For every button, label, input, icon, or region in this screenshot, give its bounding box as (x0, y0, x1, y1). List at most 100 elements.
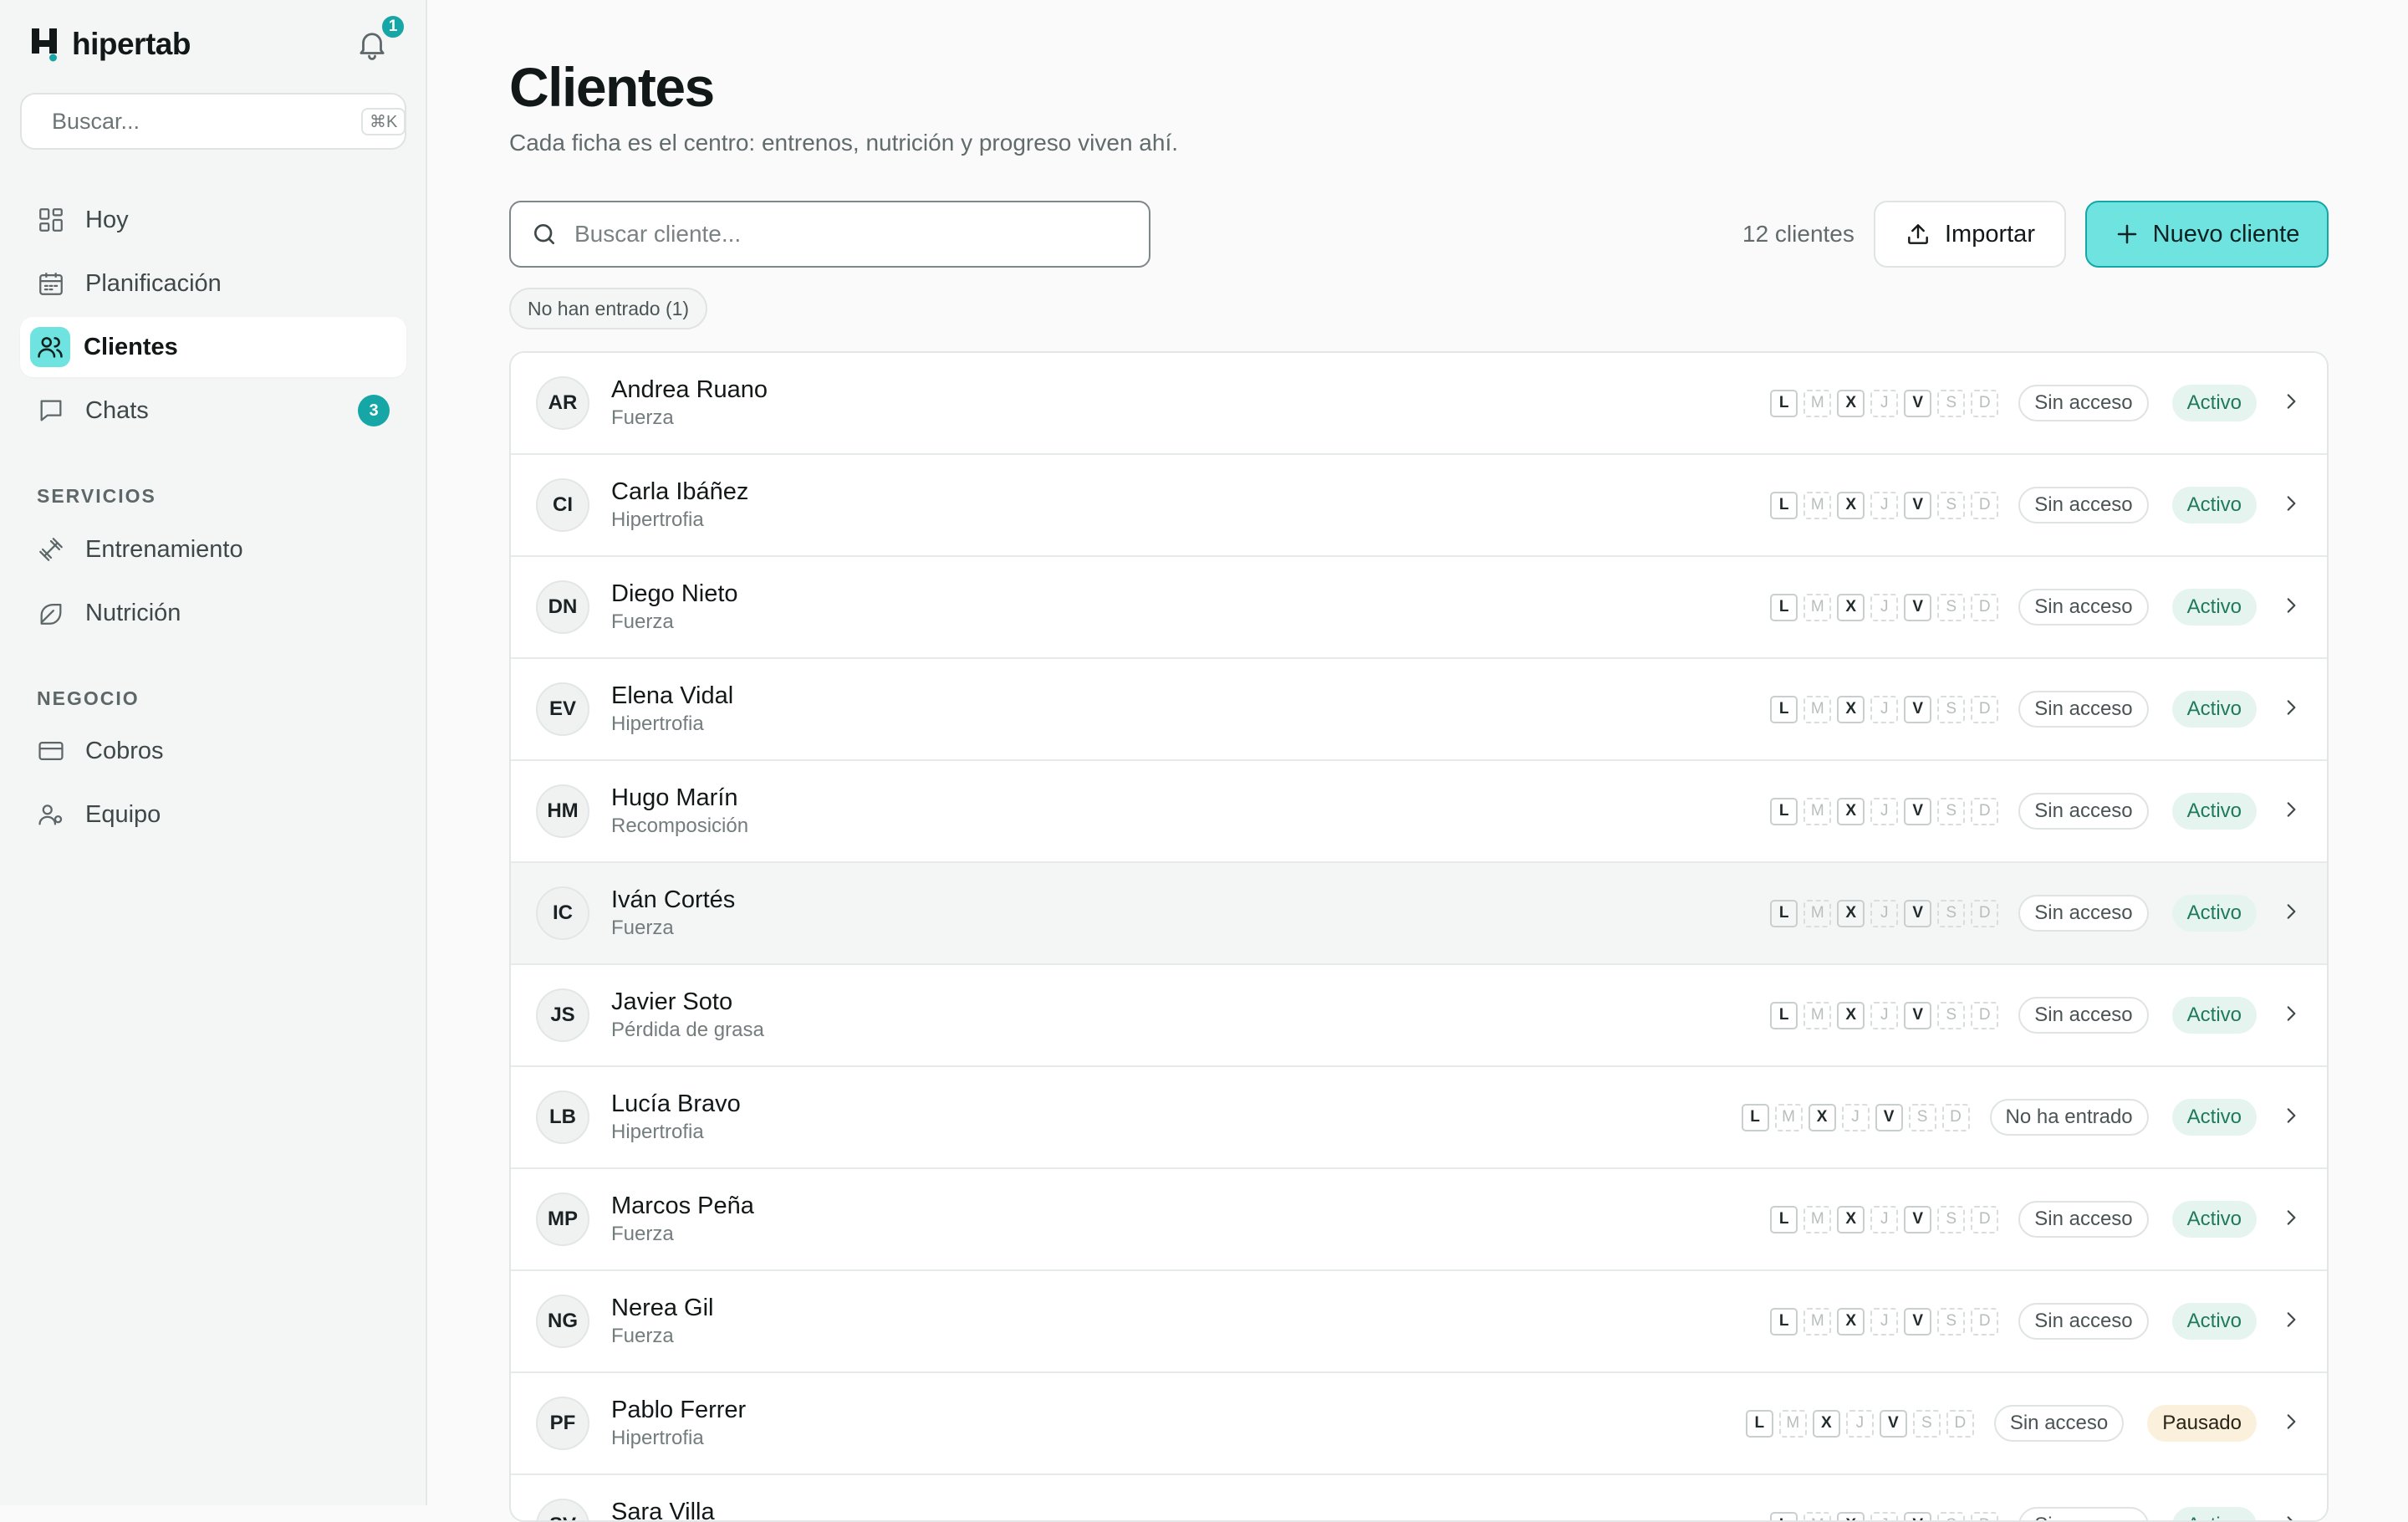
filter-chip-not-entered[interactable]: No han entrado (1) (509, 288, 707, 329)
client-info: Javier Soto Pérdida de grasa (611, 987, 764, 1044)
weekday-indicator: S (1937, 390, 1965, 417)
client-goal: Pérdida de grasa (611, 1017, 764, 1044)
nav-item-planificacion[interactable]: Planificación (20, 253, 406, 314)
chevron-right-icon[interactable] (2280, 799, 2302, 825)
client-row[interactable]: NG Nerea Gil Fuerza LMXJVSD Sin acceso A… (511, 1271, 2327, 1373)
client-name: Lucía Bravo (611, 1089, 741, 1119)
weekly-schedule: LMXJVSD (1770, 1206, 1998, 1233)
weekday-indicator: J (1870, 696, 1898, 723)
weekday-indicator: S (1937, 900, 1965, 927)
chevron-right-icon[interactable] (2280, 595, 2302, 621)
client-row[interactable]: LB Lucía Bravo Hipertrofia LMXJVSD No ha… (511, 1067, 2327, 1169)
chevron-right-icon[interactable] (2280, 1003, 2302, 1029)
client-info: Marcos Peña Fuerza (611, 1191, 754, 1248)
access-badge: Sin acceso (2018, 895, 2148, 932)
import-button[interactable]: Importar (1874, 201, 2066, 268)
chevron-right-icon[interactable] (2280, 1513, 2302, 1522)
weekday-indicator: S (1937, 696, 1965, 723)
page-title: Clientes (509, 55, 714, 119)
row-meta: LMXJVSD Sin acceso Activo (1770, 997, 2302, 1034)
client-row[interactable]: AR Andrea Ruano Fuerza LMXJVSD Sin acces… (511, 353, 2327, 455)
weekday-indicator: D (1971, 798, 1998, 825)
chevron-right-icon[interactable] (2280, 1207, 2302, 1233)
client-row[interactable]: CI Carla Ibáñez Hipertrofia LMXJVSD Sin … (511, 455, 2327, 557)
weekday-indicator: X (1809, 1104, 1836, 1131)
sidebar: hipertab 1 ⌘K Hoy Planificación Clientes (0, 0, 427, 1505)
weekly-schedule: LMXJVSD (1770, 1002, 1998, 1029)
weekday-indicator: M (1803, 696, 1831, 723)
notifications-button[interactable]: 1 (355, 27, 393, 65)
weekday-indicator: X (1837, 1002, 1865, 1029)
client-name: Andrea Ruano (611, 375, 768, 405)
weekday-indicator: L (1742, 1104, 1769, 1131)
client-name: Diego Nieto (611, 579, 738, 609)
status-badge: Activo (2172, 1099, 2257, 1136)
weekly-schedule: LMXJVSD (1746, 1410, 1974, 1438)
chevron-right-icon[interactable] (2280, 391, 2302, 416)
avatar: EV (536, 682, 589, 736)
weekday-indicator: X (1837, 696, 1865, 723)
chevron-right-icon[interactable] (2280, 901, 2302, 927)
weekday-indicator: D (1971, 1206, 1998, 1233)
nav-item-clientes[interactable]: Clientes (20, 317, 406, 377)
main-nav: Hoy Planificación Clientes Chats 3 (20, 190, 406, 444)
avatar: JS (536, 988, 589, 1042)
shortcut-hint: ⌘K (361, 108, 406, 135)
nav-item-hoy[interactable]: Hoy (20, 190, 406, 250)
weekday-indicator: M (1803, 1002, 1831, 1029)
client-row[interactable]: JS Javier Soto Pérdida de grasa LMXJVSD … (511, 965, 2327, 1067)
weekly-schedule: LMXJVSD (1770, 390, 1998, 417)
nav-item-chats[interactable]: Chats 3 (20, 380, 406, 441)
weekday-indicator: J (1846, 1410, 1874, 1438)
nav-item-nutricion[interactable]: Nutrición (20, 583, 406, 643)
client-row[interactable]: PF Pablo Ferrer Hipertrofia LMXJVSD Sin … (511, 1373, 2327, 1475)
client-row[interactable]: SV Sara Villa Fuerza LMXJVSD Sin acceso … (511, 1475, 2327, 1522)
weekday-indicator: X (1837, 390, 1865, 417)
weekly-schedule: LMXJVSD (1742, 1104, 1970, 1131)
client-goal: Fuerza (611, 915, 735, 942)
import-button-label: Importar (1945, 221, 2035, 248)
client-row[interactable]: EV Elena Vidal Hipertrofia LMXJVSD Sin a… (511, 659, 2327, 761)
plus-icon (2115, 222, 2140, 247)
access-badge: Sin acceso (2018, 589, 2148, 626)
client-row[interactable]: MP Marcos Peña Fuerza LMXJVSD Sin acceso… (511, 1169, 2327, 1271)
chevron-right-icon[interactable] (2280, 697, 2302, 723)
weekday-indicator: L (1770, 1206, 1798, 1233)
section-title-servicios: SERVICIOS (37, 485, 156, 508)
nav-item-cobros[interactable]: Cobros (20, 721, 406, 781)
weekday-indicator: L (1770, 696, 1798, 723)
weekday-indicator: V (1904, 1512, 1931, 1522)
client-search-input[interactable] (574, 221, 1129, 248)
weekday-indicator: X (1837, 1512, 1865, 1522)
nav-label: Clientes (84, 334, 178, 361)
client-goal: Fuerza (611, 1221, 754, 1248)
nav-item-equipo[interactable]: Equipo (20, 784, 406, 845)
chevron-right-icon[interactable] (2280, 1105, 2302, 1131)
chevron-right-icon[interactable] (2280, 493, 2302, 518)
sidebar-search[interactable]: ⌘K (20, 93, 406, 150)
brand[interactable]: hipertab (30, 27, 191, 62)
access-badge: Sin acceso (2018, 385, 2148, 421)
nav-icon-box (30, 327, 70, 367)
weekday-indicator: V (1904, 594, 1931, 621)
client-row[interactable]: IC Iván Cortés Fuerza LMXJVSD Sin acceso… (511, 863, 2327, 965)
weekday-indicator: J (1870, 594, 1898, 621)
dashboard-icon (37, 206, 65, 234)
sidebar-search-input[interactable] (52, 109, 348, 135)
access-badge: Sin acceso (2018, 691, 2148, 728)
weekly-schedule: LMXJVSD (1770, 1308, 1998, 1336)
client-goal: Hipertrofia (611, 1119, 741, 1146)
nav-item-entrenamiento[interactable]: Entrenamiento (20, 519, 406, 580)
weekday-indicator: L (1770, 594, 1798, 621)
chevron-right-icon[interactable] (2280, 1309, 2302, 1335)
client-search[interactable] (509, 201, 1150, 268)
weekday-indicator: M (1803, 1308, 1831, 1336)
weekday-indicator: L (1746, 1410, 1773, 1438)
new-client-button[interactable]: Nuevo cliente (2085, 201, 2329, 268)
chevron-right-icon[interactable] (2280, 1411, 2302, 1437)
access-badge: Sin acceso (1994, 1405, 2124, 1442)
client-row[interactable]: HM Hugo Marín Recomposición LMXJVSD Sin … (511, 761, 2327, 863)
client-row[interactable]: DN Diego Nieto Fuerza LMXJVSD Sin acceso… (511, 557, 2327, 659)
avatar: CI (536, 478, 589, 532)
weekday-indicator: V (1875, 1104, 1903, 1131)
